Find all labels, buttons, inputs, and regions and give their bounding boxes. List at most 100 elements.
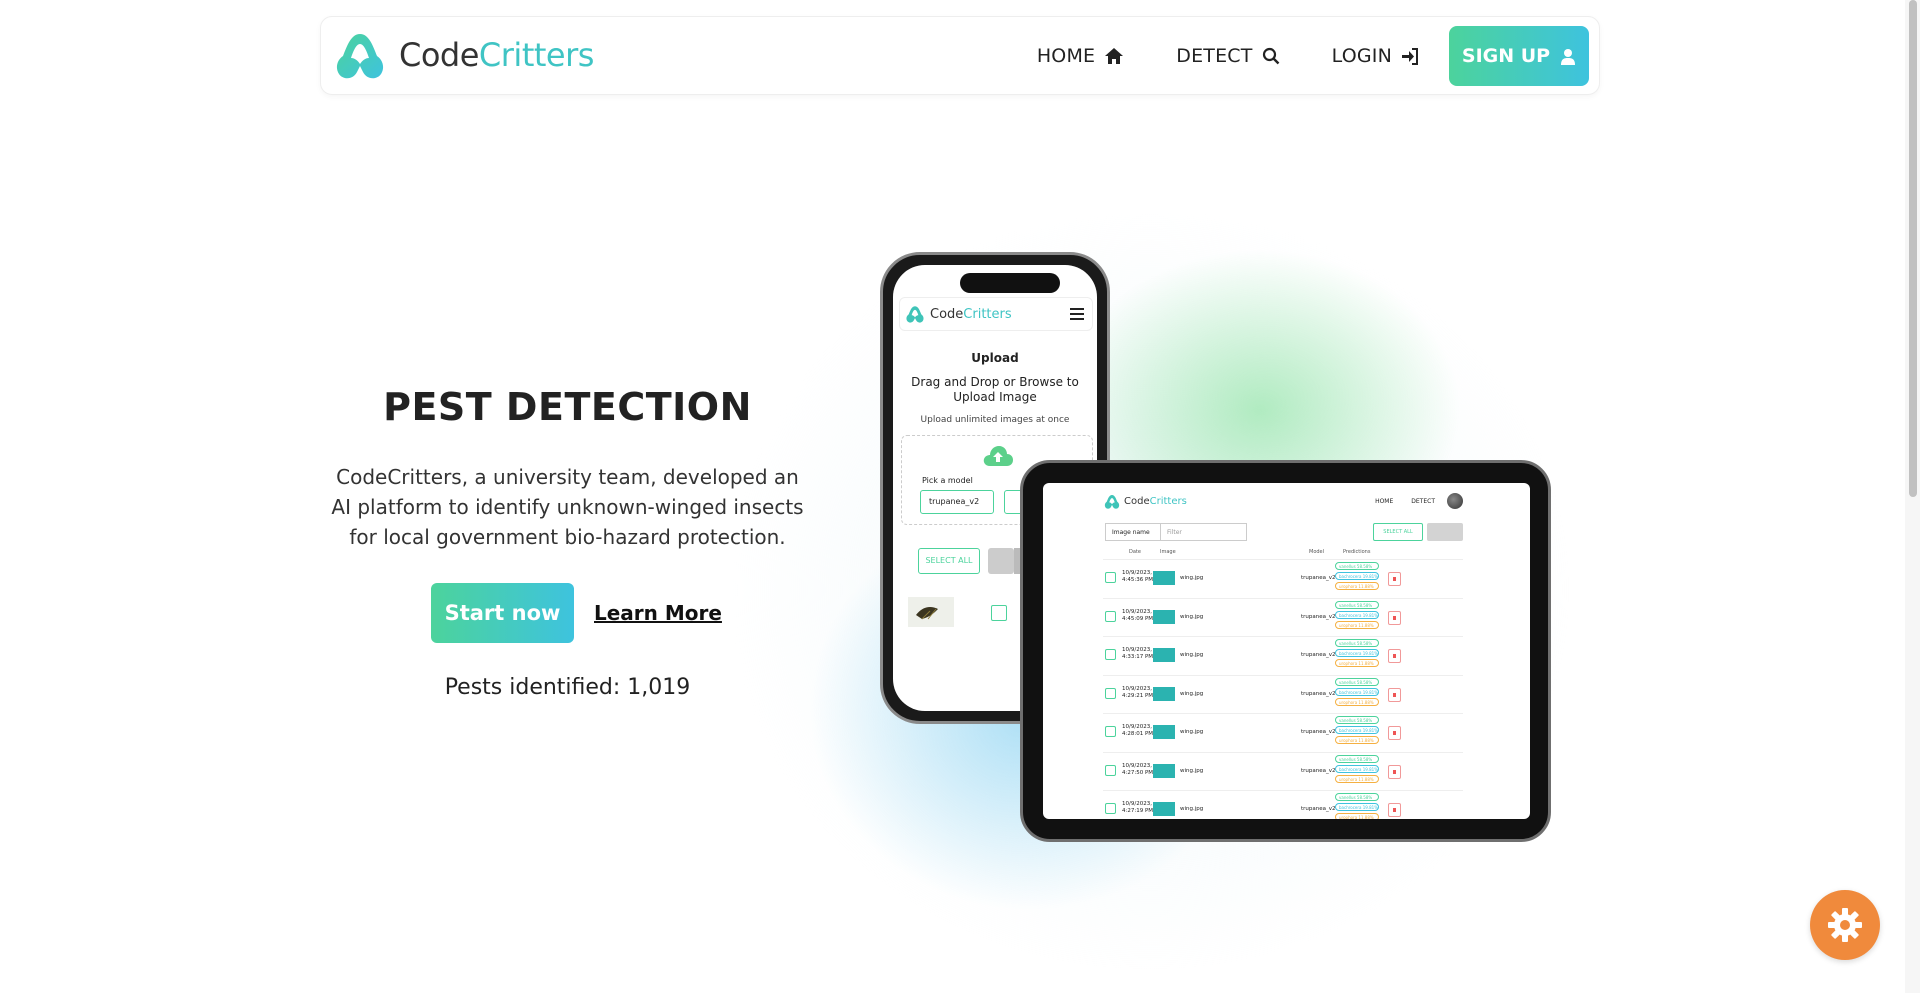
prediction-badge: urophora 11.88%: [1335, 813, 1379, 819]
phone-upload-title: Upload: [971, 351, 1019, 365]
hamburger-menu-icon: [1070, 308, 1084, 320]
settings-button[interactable]: [1810, 890, 1880, 960]
prediction-badge: bachrocera 19.81%: [1335, 649, 1379, 657]
row-filename: wing.jpg: [1180, 806, 1204, 812]
prediction-badge: bachrocera 19.81%: [1335, 803, 1379, 811]
nav-links: HOME DETECT LOGIN SIGN UP: [985, 26, 1589, 86]
hero-title: PEST DETECTION: [383, 385, 752, 429]
row-predictions: vanellus 58.58% bachrocera 19.81% urophora…: [1335, 716, 1379, 746]
row-predictions: vanellus 58.58% bachrocera 19.81% urophora…: [1335, 600, 1379, 631]
brand-name: CodeCritters: [399, 36, 594, 74]
row-checkbox: [1105, 803, 1116, 814]
table-row: 10/9/2023, 4:27:19 PM wing.jpg trupanea_v2 v…: [1103, 790, 1463, 819]
prediction-badge: urophora 11.88%: [1335, 582, 1379, 590]
row-filename: wing.jpg: [1180, 652, 1204, 658]
nav-home[interactable]: HOME: [1037, 45, 1124, 67]
tablet-screen: CodeCritters HOME DETECT Image name Filt…: [1043, 483, 1530, 819]
row-date: 10/9/2023, 4:33:17 PM: [1122, 647, 1154, 660]
prediction-badge: urophora 11.88%: [1335, 620, 1379, 629]
row-filename: wing.jpg: [1180, 767, 1204, 774]
phone-model-select: trupanea_v2: [920, 490, 994, 514]
prediction-badge: vanellus 58.58%: [1335, 600, 1379, 609]
row-filename: wing.jpg: [1180, 690, 1204, 697]
logo-icon: [336, 34, 384, 79]
delete-icon: [1388, 572, 1401, 586]
hero-actions: Start now Learn More: [431, 583, 722, 643]
tablet-nav-home: HOME: [1375, 497, 1394, 505]
row-thumbnail: [1153, 686, 1175, 701]
row-model: trupanea_v2: [1301, 575, 1336, 581]
prediction-badge: vanellus 58.58%: [1335, 793, 1379, 801]
cloud-upload-icon: [983, 446, 1013, 466]
row-filename: wing.jpg: [1180, 575, 1204, 581]
tablet-filter: Image name Filter: [1105, 523, 1247, 541]
start-now-button[interactable]: Start now: [431, 583, 574, 643]
signup-label: SIGN UP: [1461, 45, 1551, 67]
learn-more-link[interactable]: Learn More: [594, 601, 722, 625]
delete-icon: [1388, 764, 1401, 779]
prediction-badge: urophora 11.88%: [1335, 774, 1379, 783]
prediction-badge: bachrocera 19.81%: [1335, 572, 1379, 580]
delete-icon: [1388, 803, 1401, 817]
header-predictions: Predictions: [1343, 549, 1371, 555]
header-date: Date: [1129, 549, 1141, 555]
row-thumbnail: [1153, 648, 1175, 662]
header-model: Model: [1309, 549, 1325, 555]
delete-icon: [1388, 649, 1401, 663]
scrollbar-thumb[interactable]: [1909, 0, 1917, 497]
tablet-gray-buttons: [1427, 523, 1463, 541]
delete-icon: [1388, 610, 1401, 625]
row-predictions: vanellus 58.58% bachrocera 19.81% urophora…: [1335, 639, 1379, 669]
row-checkbox: [1105, 572, 1116, 583]
tablet-navbar: CodeCritters HOME DETECT: [1103, 491, 1463, 511]
row-model: trupanea_v2: [1301, 690, 1336, 697]
prediction-badge: bachrocera 19.81%: [1335, 610, 1379, 619]
phone-checkbox: [991, 605, 1007, 621]
navbar: CodeCritters HOME DETECT LOGIN SIGN UP: [320, 16, 1600, 95]
row-model: trupanea_v2: [1301, 806, 1336, 812]
prediction-badge: bachrocera 19.81%: [1335, 764, 1379, 773]
nav-login-label: LOGIN: [1331, 45, 1392, 67]
table-row: 10/9/2023, 4:33:17 PM wing.jpg trupanea_v2 v…: [1103, 636, 1463, 675]
login-icon: [1402, 47, 1418, 65]
table-row: 10/9/2023, 4:29:21 PM wing.jpg trupanea_v2 v…: [1103, 674, 1463, 714]
table-row: 10/9/2023, 4:45:36 PM wing.jpg trupanea_v2 v…: [1103, 559, 1463, 598]
row-model: trupanea_v2: [1301, 767, 1336, 774]
row-model: trupanea_v2: [1301, 652, 1336, 658]
phone-unlimited-text: Upload unlimited images at once: [920, 415, 1070, 425]
row-checkbox: [1105, 610, 1116, 622]
signup-button[interactable]: SIGN UP: [1449, 26, 1589, 86]
row-checkbox: [1105, 649, 1116, 660]
tablet-filter-dropdown: Image name: [1105, 523, 1161, 541]
prediction-badge: vanellus 58.58%: [1335, 639, 1379, 647]
tablet-table-rows: 10/9/2023, 4:45:36 PM wing.jpg trupanea_v2 v…: [1103, 559, 1463, 819]
phone-select-all: SELECT ALL: [918, 548, 980, 574]
nav-login[interactable]: LOGIN: [1332, 45, 1419, 67]
delete-icon: [1388, 687, 1401, 702]
brand-logo-link[interactable]: CodeCritters: [331, 28, 594, 82]
tablet-mockup-image: CodeCritters HOME DETECT Image name Filt…: [1020, 460, 1551, 842]
delete-icon: [1388, 726, 1401, 740]
pests-identified-count: Pests identified: 1,019: [444, 675, 691, 700]
phone-pick-model-label: Pick a model: [922, 476, 973, 485]
row-date: 10/9/2023, 4:28:01 PM: [1122, 724, 1154, 737]
nav-detect-label: DETECT: [1176, 45, 1253, 67]
row-thumbnail: [1153, 763, 1175, 778]
row-thumbnail: [1153, 609, 1175, 624]
row-date: 10/9/2023, 4:29:21 PM: [1122, 685, 1154, 699]
nav-home-label: HOME: [1036, 45, 1096, 67]
phone-navbar: CodeCritters: [899, 297, 1093, 331]
user-icon: [1561, 48, 1576, 65]
nav-detect[interactable]: DETECT: [1176, 45, 1279, 67]
phone-drag-text: Drag and Drop or Browse to Upload Image: [911, 375, 1079, 404]
row-filename: wing.jpg: [1180, 729, 1204, 735]
tablet-nav-links: HOME DETECT: [1357, 493, 1463, 509]
row-predictions: vanellus 58.58% bachrocera 19.81% urophora…: [1335, 754, 1379, 785]
prediction-badge: urophora 11.88%: [1335, 697, 1379, 706]
table-row: 10/9/2023, 4:45:09 PM wing.jpg trupanea_v2 v…: [1103, 597, 1463, 637]
prediction-badge: bachrocera 19.81%: [1335, 726, 1379, 734]
row-predictions: vanellus 58.58% bachrocera 19.81% urophora…: [1335, 793, 1379, 819]
row-date: 10/9/2023, 4:45:09 PM: [1122, 608, 1154, 622]
avatar: [1447, 493, 1463, 509]
row-model: trupanea_v2: [1301, 729, 1336, 735]
